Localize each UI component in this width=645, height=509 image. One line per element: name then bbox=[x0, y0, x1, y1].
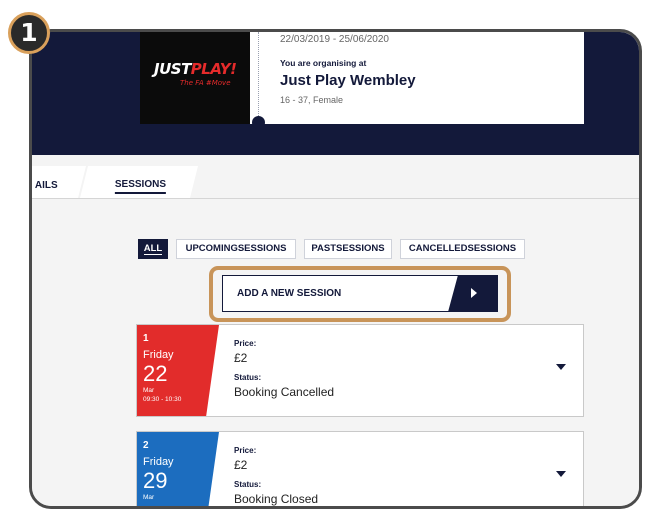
tab-details-label: AILS bbox=[34, 180, 58, 191]
add-session-button[interactable]: ADD A NEW SESSION bbox=[222, 275, 498, 312]
add-session-label: ADD A NEW SESSION bbox=[237, 288, 342, 299]
filter-all-button[interactable]: ALL bbox=[138, 239, 168, 259]
chevron-down-icon[interactable] bbox=[555, 363, 567, 371]
card-divider bbox=[258, 32, 259, 120]
session-date: 29 bbox=[143, 468, 168, 493]
event-meta: 16 - 37, Female bbox=[280, 95, 344, 105]
session-card[interactable]: 2 Friday 29 Mar Price: £2 Status: Bookin… bbox=[136, 431, 584, 506]
session-time: 09:30 - 10:30 bbox=[143, 396, 182, 403]
session-date-block: 2 Friday 29 Mar bbox=[137, 432, 219, 506]
chevron-right-icon bbox=[471, 288, 477, 298]
filter-upcoming-button[interactable]: UPCOMINGSESSIONS bbox=[176, 239, 296, 259]
session-day: Friday bbox=[143, 349, 174, 361]
logo-wordmark: JUST bbox=[154, 60, 191, 78]
session-number: 1 bbox=[143, 333, 149, 344]
tab-sessions[interactable]: SESSIONS bbox=[80, 166, 198, 198]
organising-label: You are organising at bbox=[280, 58, 367, 68]
chevron-down-icon[interactable] bbox=[555, 470, 567, 478]
session-number: 2 bbox=[143, 440, 149, 451]
status-value: Booking Closed bbox=[234, 492, 319, 506]
tab-divider bbox=[32, 198, 639, 199]
card-divider-knob bbox=[252, 116, 265, 129]
session-month: Mar bbox=[143, 387, 155, 394]
add-session-arrow bbox=[448, 275, 498, 312]
tab-bar: AILS SESSIONS bbox=[32, 166, 639, 198]
event-dates: 22/03/2019 - 25/06/2020 bbox=[280, 34, 389, 45]
logo-tagline: The FA #Move bbox=[180, 79, 231, 87]
session-date-block: 1 Friday 22 Mar 09:30 - 10:30 bbox=[137, 325, 219, 416]
filter-all-label: ALL bbox=[143, 243, 163, 255]
event-card: JUSTPLAY! The FA #Move 22/03/2019 - 25/0… bbox=[140, 32, 584, 129]
status-label: Status: bbox=[234, 480, 262, 489]
event-logo: JUSTPLAY! The FA #Move bbox=[140, 32, 250, 124]
device-frame: JUSTPLAY! The FA #Move 22/03/2019 - 25/0… bbox=[29, 29, 642, 509]
step-number-badge: 1 bbox=[8, 12, 50, 54]
tab-details[interactable]: AILS bbox=[32, 166, 86, 198]
price-label: Price: bbox=[234, 446, 257, 455]
session-month: Mar bbox=[143, 494, 155, 501]
session-card[interactable]: 1 Friday 22 Mar 09:30 - 10:30 Price: £2 … bbox=[136, 324, 584, 417]
logo-wordmark-accent: PLAY! bbox=[190, 60, 237, 78]
filter-cancelled-button[interactable]: CANCELLEDSESSIONS bbox=[400, 239, 525, 259]
status-label: Status: bbox=[234, 373, 262, 382]
session-date: 22 bbox=[143, 361, 168, 386]
status-value: Booking Cancelled bbox=[234, 385, 335, 399]
price-value: £2 bbox=[234, 351, 248, 365]
filter-past-button[interactable]: PASTSESSIONS bbox=[304, 239, 392, 259]
tab-sessions-label: SESSIONS bbox=[114, 179, 167, 194]
price-label: Price: bbox=[234, 339, 257, 348]
venue-name: Just Play Wembley bbox=[280, 72, 416, 89]
price-value: £2 bbox=[234, 458, 248, 472]
session-day: Friday bbox=[143, 456, 174, 468]
